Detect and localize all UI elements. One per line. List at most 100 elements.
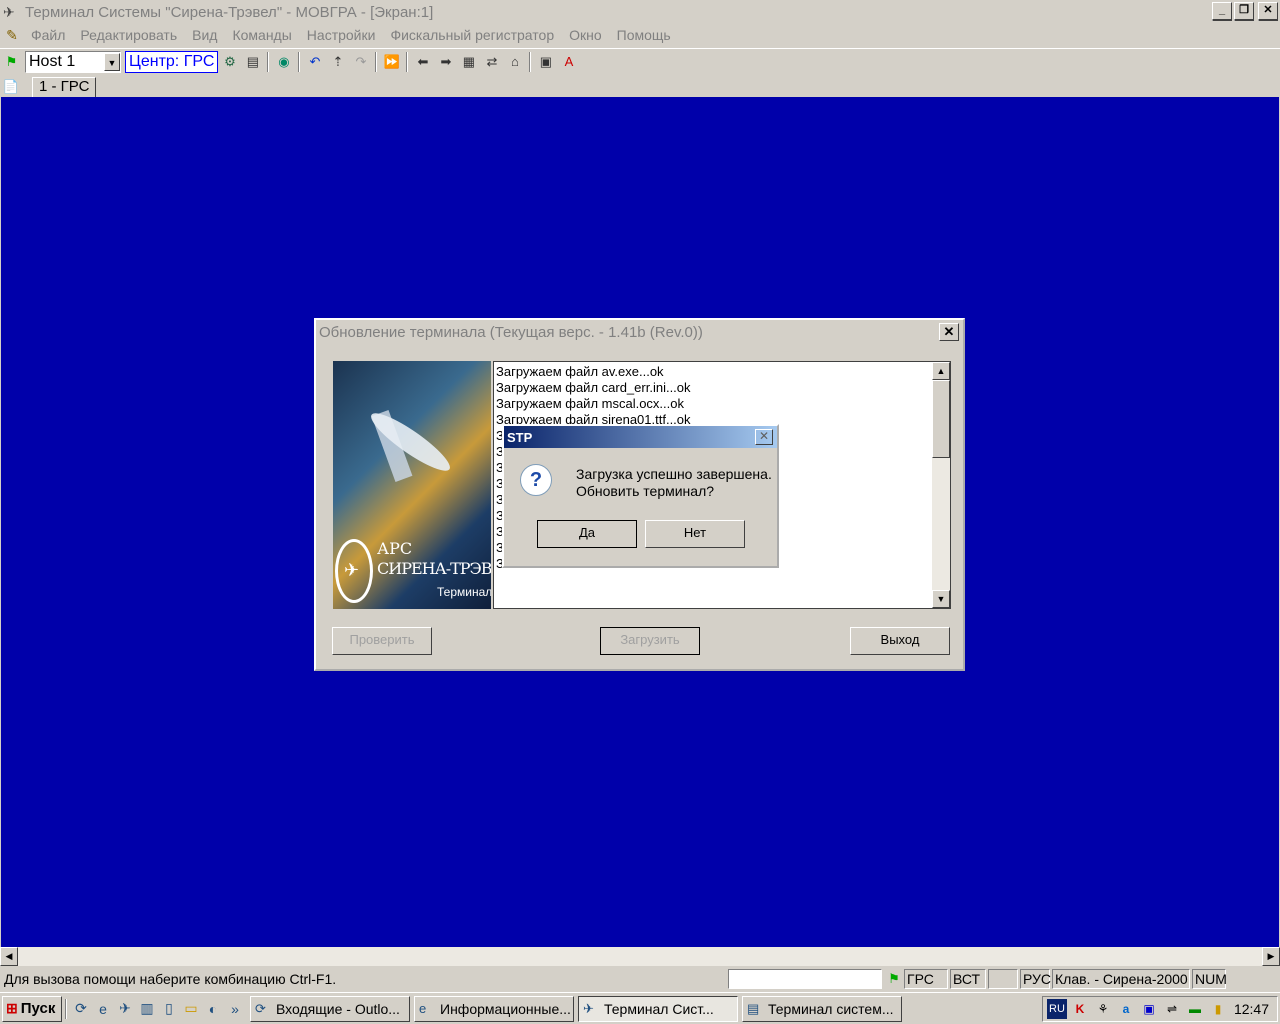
status-insert-pane: ВСТ xyxy=(950,969,986,989)
connection-icon[interactable]: ⇌ xyxy=(1162,999,1182,1019)
internet-explorer-icon[interactable]: e xyxy=(92,1001,114,1017)
window-icon[interactable]: ▣ xyxy=(534,51,557,73)
screen-tabs: 📄 1 - ГРС xyxy=(0,76,1280,97)
toolbar-separator xyxy=(529,51,532,72)
chevron-down-icon[interactable]: ▼ xyxy=(104,52,120,71)
close-icon[interactable]: ✕ xyxy=(755,429,773,445)
start-button[interactable]: ⊞ Пуск xyxy=(2,995,62,1022)
airplane-icon: ✈ xyxy=(3,4,15,20)
status-empty-pane xyxy=(988,969,1018,989)
transfer-icon[interactable]: ⇄ xyxy=(480,51,503,73)
task-outlook[interactable]: ⟳ Входящие - Outlo... xyxy=(250,995,410,1022)
log-vertical-scrollbar[interactable]: ▲ ▼ xyxy=(932,362,950,608)
spellcheck-icon[interactable]: A xyxy=(557,51,580,73)
document-icon[interactable]: ▯ xyxy=(158,1000,180,1017)
task-terminal-2[interactable]: ▤ Терминал систем... xyxy=(742,995,902,1022)
log-line: Загружаем файл av.exe...ok xyxy=(496,364,664,379)
building-icon[interactable]: ⌂ xyxy=(503,51,526,73)
update-dialog-title: Обновление терминала (Текущая верс. - 1.… xyxy=(316,320,963,344)
new-screen-icon[interactable]: 📄 xyxy=(0,79,22,95)
menu-bar: ✎ Файл Редактировать Вид Команды Настрой… xyxy=(0,2,1280,46)
airplane-icon: ✈ xyxy=(583,1000,594,1016)
redo-icon[interactable]: ↷ xyxy=(349,51,372,73)
logo-emblem xyxy=(335,539,373,603)
traffic-light-icon[interactable]: ⚑ xyxy=(0,51,23,73)
load-button[interactable]: Загрузить xyxy=(600,627,700,655)
toolbar: ⚑ Host 1 ▼ Центр: ГРС ⚙ ▤ ◉ ↶ ⇡ ↷ ⏩ ⬅ ➡ … xyxy=(0,48,1280,74)
windows-logo-icon: ⊞ xyxy=(6,1000,18,1016)
scroll-up-button[interactable]: ▲ xyxy=(932,362,950,380)
confirm-message-line-2: Обновить терминал? xyxy=(576,483,715,499)
toolbar-separator xyxy=(298,51,301,72)
language-indicator[interactable]: RU xyxy=(1047,999,1067,1019)
center-label[interactable]: Центр: ГРС xyxy=(125,50,219,73)
menu-fiscal[interactable]: Фискальный регистратор xyxy=(383,27,562,43)
monitor-icon[interactable]: ▣ xyxy=(1139,999,1159,1019)
folder-icon[interactable]: ▭ xyxy=(180,1000,202,1017)
clock[interactable]: 12:47 xyxy=(1234,1001,1269,1017)
logo-line-2: СИРЕНА-ТРЭВЕЛ xyxy=(377,559,491,578)
more-chevron-icon[interactable]: » xyxy=(224,1001,246,1017)
font-tray-icon[interactable]: a xyxy=(1116,999,1136,1019)
doc-restore-button[interactable]: ❐ xyxy=(1234,2,1254,20)
undo-icon[interactable]: ↶ xyxy=(303,51,326,73)
document-menu-icon[interactable]: ✎ xyxy=(0,27,24,44)
internet-explorer-icon: e xyxy=(419,1001,427,1016)
toolbar-separator xyxy=(406,51,409,72)
fast-forward-icon[interactable]: ⏩ xyxy=(380,51,403,73)
check-button[interactable]: Проверить xyxy=(332,627,432,655)
menu-edit[interactable]: Редактировать xyxy=(73,27,185,43)
confirm-dialog-title: STP xyxy=(504,426,777,448)
outlook-quicklaunch-icon[interactable]: ⟳ xyxy=(70,1000,92,1017)
menu-file[interactable]: Файл xyxy=(24,27,73,43)
tab-screen-1[interactable]: 1 - ГРС xyxy=(32,77,97,97)
arrow-right-icon[interactable]: ➡ xyxy=(434,51,457,73)
menu-settings[interactable]: Настройки xyxy=(300,27,384,43)
task-label: Терминал Сист... xyxy=(604,1000,714,1017)
terminal-quicklaunch-icon[interactable]: ✈ xyxy=(114,1000,136,1017)
confirm-message-line-1: Загрузка успешно завершена. xyxy=(576,466,772,482)
doc-close-button[interactable]: ✕ xyxy=(1258,2,1278,20)
upload-icon[interactable]: ⇡ xyxy=(326,51,349,73)
status-lang-pane: РУС xyxy=(1020,969,1051,989)
status-input-pane xyxy=(728,969,882,989)
toolbar-separator xyxy=(267,51,270,72)
scroll-left-button[interactable]: ◀ xyxy=(0,947,18,966)
network-tray-icon[interactable]: ⚘ xyxy=(1093,999,1113,1019)
arrow-left-icon[interactable]: ⬅ xyxy=(411,51,434,73)
antivirus-icon[interactable]: K xyxy=(1070,999,1090,1019)
database-icon[interactable]: ◉ xyxy=(272,51,295,73)
scroll-right-button[interactable]: ▶ xyxy=(1262,947,1280,966)
scroll-thumb[interactable] xyxy=(932,380,950,458)
notes-icon[interactable]: ▮ xyxy=(1208,999,1228,1019)
browser-icon[interactable]: ◐ xyxy=(202,1001,224,1017)
document-window-controls: _ ❐ ✕ xyxy=(1212,2,1278,20)
menu-view[interactable]: Вид xyxy=(185,27,225,43)
yes-button[interactable]: Да xyxy=(537,520,637,548)
horizontal-scrollbar[interactable]: ◀ ▶ xyxy=(0,947,1280,966)
window-title: Терминал Системы "Сирена-Трэвел" - МОВГР… xyxy=(25,3,434,21)
clipboard-icon[interactable]: ▤ xyxy=(241,51,264,73)
no-button[interactable]: Нет xyxy=(645,520,745,548)
scroll-down-button[interactable]: ▼ xyxy=(932,590,950,608)
task-label: Информационные... xyxy=(440,1000,571,1017)
title-bar: ✈ Терминал Системы "Сирена-Трэвел" - МОВ… xyxy=(0,0,1280,24)
doc-minimize-button[interactable]: _ xyxy=(1212,2,1232,20)
task-label: Терминал систем... xyxy=(768,1000,894,1017)
keyboard-icon[interactable]: ▦ xyxy=(457,51,480,73)
status-center-pane: ГРС xyxy=(904,969,948,989)
hardware-icon[interactable]: ▬ xyxy=(1185,999,1205,1019)
host-select[interactable]: Host 1 ▼ xyxy=(25,50,121,73)
task-label: Входящие - Outlo... xyxy=(276,1000,400,1017)
network-icon[interactable]: ⚙ xyxy=(218,51,241,73)
task-info[interactable]: e Информационные... xyxy=(414,995,574,1022)
host-select-value: Host 1 xyxy=(29,52,76,70)
menu-window[interactable]: Окно xyxy=(562,27,610,43)
close-icon[interactable]: ✕ xyxy=(939,323,959,341)
task-terminal-active[interactable]: ✈ Терминал Сист... xyxy=(578,995,738,1022)
folder-stack-icon[interactable]: ▥ xyxy=(136,1000,158,1017)
menu-help[interactable]: Помощь xyxy=(610,27,679,43)
exit-button[interactable]: Выход xyxy=(850,627,950,655)
menu-commands[interactable]: Команды xyxy=(225,27,299,43)
scroll-track[interactable] xyxy=(18,947,1262,966)
